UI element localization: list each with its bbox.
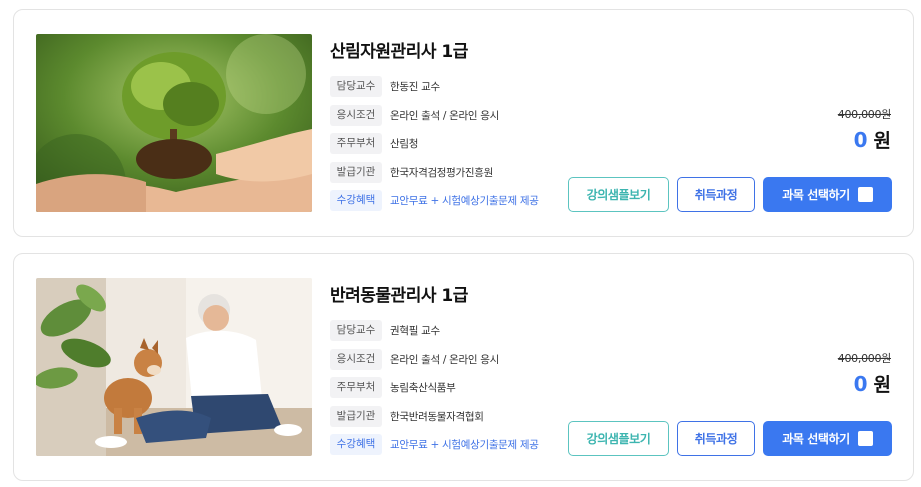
course-thumbnail[interactable] <box>36 34 312 212</box>
info-row-professor: 담당교수 권혁필 교수 <box>330 320 570 341</box>
final-price-unit: 원 <box>873 374 891 396</box>
course-info-list: 담당교수 한동진 교수 응시조건 온라인 출석 / 온라인 응시 주무부처 산림… <box>330 76 570 219</box>
final-price: 0원 <box>838 126 891 153</box>
info-value: 농림축산식품부 <box>390 382 456 394</box>
course-card: 산림자원관리사 1급 담당교수 한동진 교수 응시조건 온라인 출석 / 온라인… <box>13 9 914 237</box>
info-label: 주무부처 <box>330 377 382 398</box>
course-title: 산림자원관리사 1급 <box>330 42 468 62</box>
info-row-ministry: 주무부처 산림청 <box>330 133 570 154</box>
price-area: 400,000원 0원 <box>837 106 892 153</box>
info-value: 교안무료 + 시험예상기출문제 제공 <box>390 195 539 207</box>
info-label: 발급기관 <box>330 405 382 427</box>
final-price-unit: 원 <box>873 130 891 152</box>
info-label: 담당교수 <box>330 320 382 341</box>
man-with-dog-image <box>36 278 312 456</box>
info-label: 응시조건 <box>330 348 382 370</box>
info-label: 발급기관 <box>330 161 382 183</box>
info-row-benefit: 수강혜택 교안무료 + 시험예상기출문제 제공 <box>330 190 570 211</box>
select-course-label: 과목 선택하기 <box>782 188 850 202</box>
info-row-ministry: 주무부처 농림축산식품부 <box>330 377 570 398</box>
info-value: 교안무료 + 시험예상기출문제 제공 <box>390 439 539 451</box>
info-label: 담당교수 <box>330 76 382 97</box>
course-card: 반려동물관리사 1급 담당교수 권혁필 교수 응시조건 온라인 출석 / 온라인… <box>13 253 914 481</box>
checkbox-icon[interactable] <box>857 187 873 202</box>
info-value: 한동진 교수 <box>390 81 440 93</box>
price-area: 400,000원 0원 <box>837 350 892 397</box>
info-row-condition: 응시조건 온라인 출석 / 온라인 응시 <box>330 348 570 370</box>
final-price-value: 0 <box>853 128 868 152</box>
info-row-issuer: 발급기관 한국자격검정평가진흥원 <box>330 161 570 183</box>
info-row-issuer: 발급기관 한국반려동물자격협회 <box>330 405 570 427</box>
info-label: 주무부처 <box>330 133 382 154</box>
select-course-button[interactable]: 과목 선택하기 <box>763 421 892 456</box>
course-title: 반려동물관리사 1급 <box>330 286 468 306</box>
original-price: 400,000원 <box>837 108 892 121</box>
info-value: 권혁필 교수 <box>390 325 440 337</box>
info-row-condition: 응시조건 온라인 출석 / 온라인 응시 <box>330 104 570 126</box>
acquisition-process-button[interactable]: 취득과정 <box>677 421 755 456</box>
tree-in-hands-image <box>36 34 312 212</box>
final-price: 0원 <box>838 370 891 397</box>
acquisition-process-button[interactable]: 취득과정 <box>677 177 755 212</box>
original-price: 400,000원 <box>837 352 892 365</box>
info-value: 온라인 출석 / 온라인 응시 <box>390 353 499 366</box>
info-label: 수강혜택 <box>330 190 382 211</box>
select-course-button[interactable]: 과목 선택하기 <box>763 177 892 212</box>
info-row-professor: 담당교수 한동진 교수 <box>330 76 570 97</box>
course-thumbnail[interactable] <box>36 278 312 456</box>
info-value: 한국반려동물자격협회 <box>390 410 484 423</box>
checkbox-icon[interactable] <box>857 431 873 446</box>
final-price-value: 0 <box>853 372 868 396</box>
info-value: 한국자격검정평가진흥원 <box>390 166 493 179</box>
info-value: 온라인 출석 / 온라인 응시 <box>390 109 499 122</box>
select-course-label: 과목 선택하기 <box>782 432 850 446</box>
lecture-sample-button[interactable]: 강의샘플보기 <box>568 421 669 456</box>
course-info-list: 담당교수 권혁필 교수 응시조건 온라인 출석 / 온라인 응시 주무부처 농림… <box>330 320 570 463</box>
info-label: 응시조건 <box>330 104 382 126</box>
info-value: 산림청 <box>390 138 419 150</box>
lecture-sample-button[interactable]: 강의샘플보기 <box>568 177 669 212</box>
info-label: 수강혜택 <box>330 434 382 455</box>
info-row-benefit: 수강혜택 교안무료 + 시험예상기출문제 제공 <box>330 434 570 455</box>
